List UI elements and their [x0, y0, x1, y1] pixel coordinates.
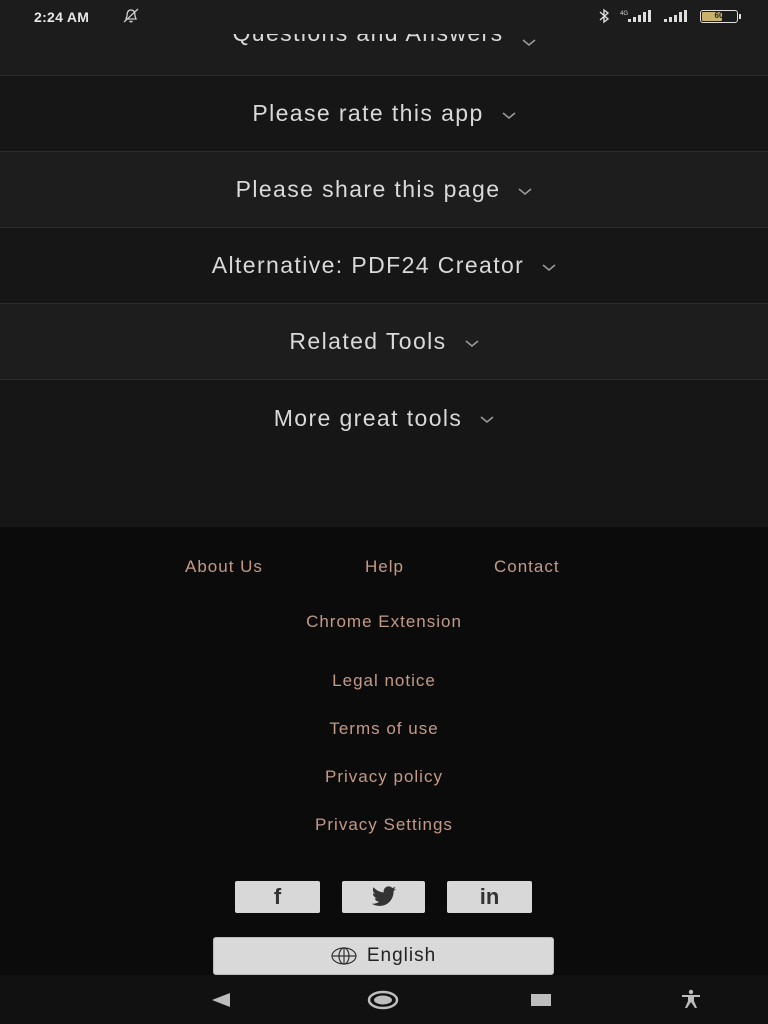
accordion-share-page[interactable]: Please share this page: [0, 152, 768, 228]
privacy-policy-link[interactable]: Privacy policy: [325, 767, 443, 787]
chevron-down-icon: [542, 263, 556, 271]
signal-4g-icon: 4G: [620, 10, 651, 22]
chrome-extension-link[interactable]: Chrome Extension: [306, 612, 462, 632]
status-time: 2:24 AM: [34, 9, 90, 25]
accessibility-icon[interactable]: [680, 989, 702, 1009]
accordion-alternative-pdf24[interactable]: Alternative: PDF24 Creator: [0, 228, 768, 304]
footer: About Us Help Contact Chrome Extension L…: [0, 527, 768, 975]
notification-muted-icon: [123, 8, 139, 23]
contact-link[interactable]: Contact: [494, 557, 560, 577]
accordion-label: Please share this page: [235, 176, 501, 202]
accordion-rate-app[interactable]: Please rate this app: [0, 76, 768, 152]
accordion-more-great-tools[interactable]: More great tools: [0, 380, 768, 456]
bluetooth-icon: [599, 8, 610, 24]
accordion: Questions and Answers Please rate this a…: [0, 0, 768, 554]
accordion-label: Alternative: PDF24 Creator: [211, 252, 525, 278]
about-us-link[interactable]: About Us: [185, 557, 263, 577]
twitter-icon: [371, 886, 396, 906]
recents-icon[interactable]: [530, 993, 552, 1007]
navigation-bar: [0, 975, 768, 1024]
language-label: English: [366, 945, 437, 966]
chevron-down-icon: [465, 339, 479, 347]
status-bar: 2:24 AM 4G 60: [0, 0, 768, 34]
facebook-icon: f: [273, 884, 282, 909]
home-icon[interactable]: [367, 990, 399, 1010]
linkedin-button[interactable]: in: [447, 881, 532, 913]
battery-percent: 60: [714, 11, 724, 20]
chevron-down-icon: [480, 416, 494, 424]
accordion-label: Related Tools: [289, 328, 447, 354]
legal-notice-row: Legal notice: [0, 671, 768, 691]
signal-icon: [664, 10, 687, 22]
legal-notice-link[interactable]: Legal notice: [332, 671, 436, 691]
linkedin-icon: in: [479, 884, 500, 909]
globe-icon: [331, 947, 357, 965]
terms-row: Terms of use: [0, 719, 768, 739]
terms-of-use-link[interactable]: Terms of use: [329, 719, 438, 739]
status-icons: 4G 60: [598, 8, 741, 24]
accordion-related-tools[interactable]: Related Tools: [0, 304, 768, 380]
accordion-label: More great tools: [273, 404, 463, 431]
twitter-button[interactable]: [342, 881, 425, 913]
facebook-button[interactable]: f: [235, 881, 320, 913]
language-selector[interactable]: English: [213, 937, 554, 975]
privacy-settings-link[interactable]: Privacy Settings: [315, 815, 453, 835]
battery-icon: 60: [700, 9, 741, 23]
accordion-label: Please rate this app: [252, 100, 484, 126]
back-icon[interactable]: [210, 992, 232, 1008]
svg-text:4G: 4G: [620, 11, 628, 17]
privacy-row: Privacy policy: [0, 767, 768, 787]
help-link[interactable]: Help: [365, 557, 404, 577]
chrome-extension-row: Chrome Extension: [0, 612, 768, 632]
chevron-down-icon: [502, 111, 516, 119]
privacy-settings-row: Privacy Settings: [0, 815, 768, 835]
chevron-down-icon: [522, 39, 536, 47]
chevron-down-icon: [518, 187, 532, 195]
